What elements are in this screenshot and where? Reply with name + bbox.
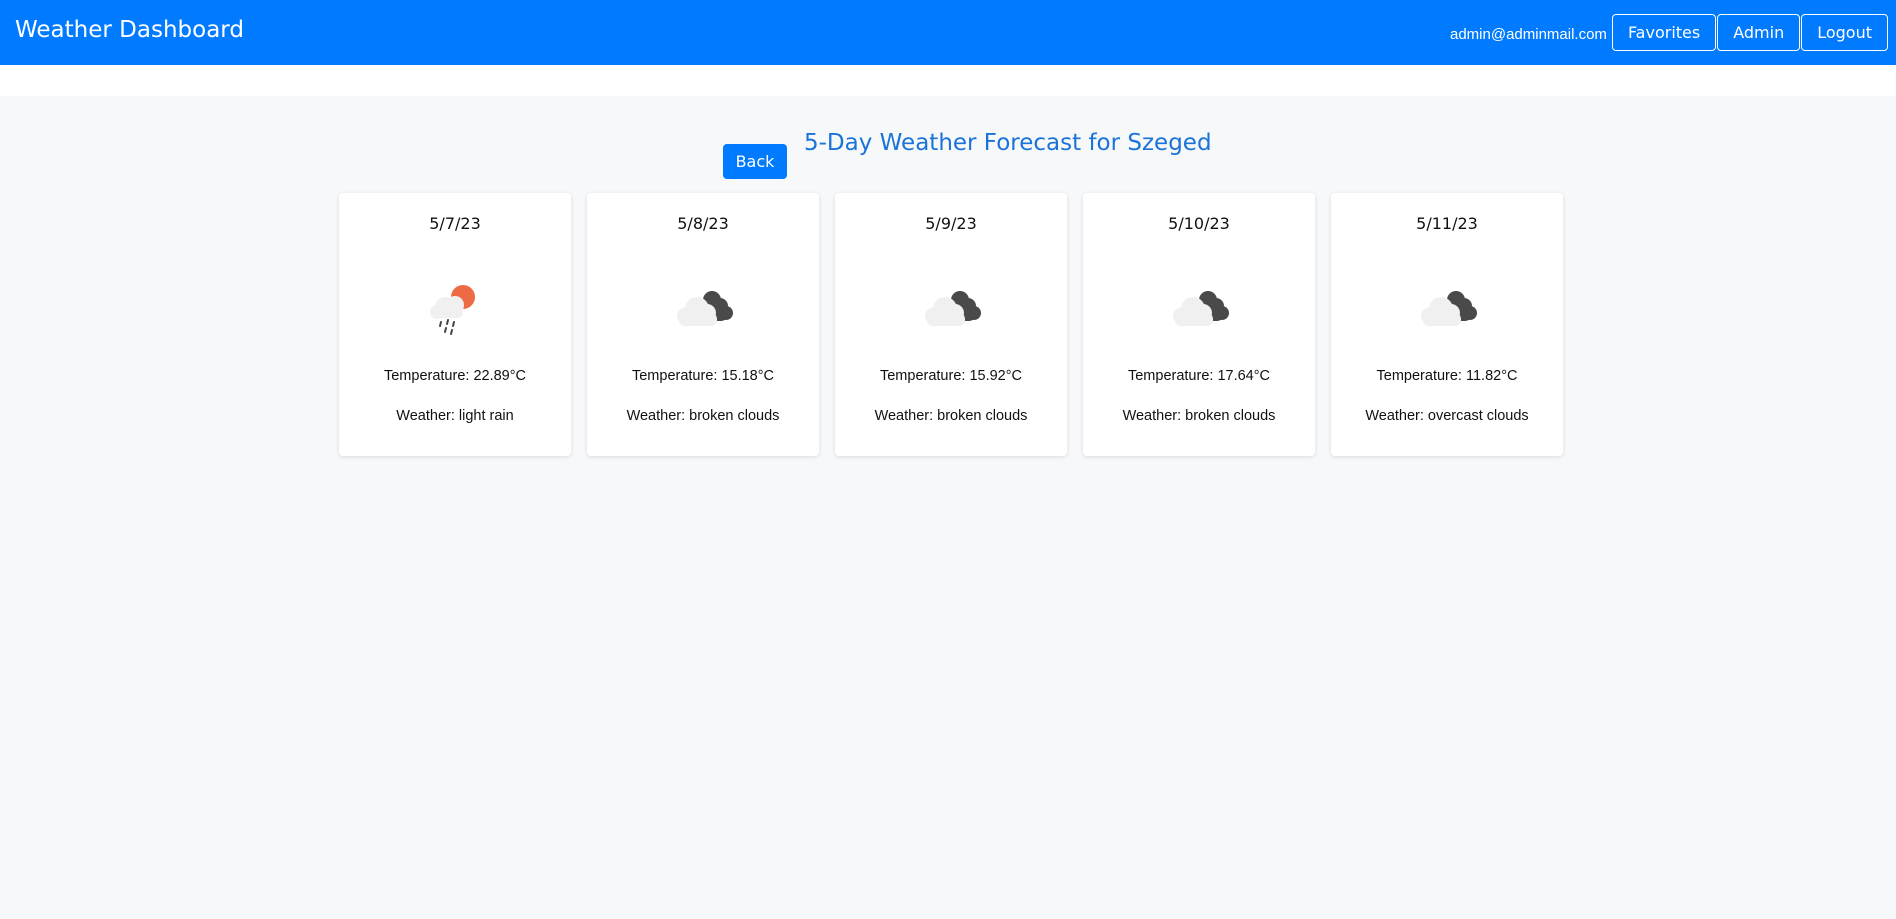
forecast-card: 5/8/23 Temperature: 15.18°C Weather: bro… — [587, 193, 819, 456]
app-title[interactable]: Weather Dashboard — [15, 17, 244, 43]
forecast-date: 5/11/23 — [1416, 214, 1478, 233]
forecast-weather: Weather: broken clouds — [626, 408, 780, 424]
forecast-weather: Weather: overcast clouds — [1365, 408, 1529, 424]
forecast-card: 5/7/23 Temperature: 22.89°C Weather: lig… — [339, 193, 571, 456]
navbar: Weather Dashboard admin@adminmail.com Fa… — [0, 0, 1896, 65]
forecast-temperature: Temperature: 15.92°C — [879, 368, 1022, 384]
forecast-card: 5/11/23 Temperature: 11.82°C Weather: ov… — [1331, 193, 1563, 456]
forecast-weather: Weather: light rain — [396, 408, 514, 424]
forecast-date: 5/10/23 — [1168, 214, 1230, 233]
logout-button[interactable]: Logout — [1801, 14, 1888, 51]
forecast-card: 5/9/23 Temperature: 15.92°C Weather: bro… — [835, 193, 1067, 456]
forecast-card: 5/10/23 Temperature: 17.64°C Weather: br… — [1083, 193, 1315, 456]
nav-right: admin@adminmail.com Favorites Admin Logo… — [1450, 14, 1888, 51]
broken-clouds-icon — [1173, 291, 1229, 326]
broken-clouds-icon — [925, 291, 981, 326]
forecast-temperature: Temperature: 17.64°C — [1127, 368, 1270, 384]
forecast-weather: Weather: broken clouds — [874, 408, 1028, 424]
forecast-title: 5-Day Weather Forecast for Szeged — [804, 130, 1212, 156]
forecast-temperature: Temperature: 22.89°C — [383, 368, 526, 384]
forecast-header: Back 5-Day Weather Forecast for Szeged — [0, 96, 1896, 186]
user-email: admin@adminmail.com — [1449, 25, 1607, 43]
main-content: Back 5-Day Weather Forecast for Szeged 5… — [0, 96, 1896, 919]
admin-button[interactable]: Admin — [1717, 14, 1801, 51]
forecast-date: 5/9/23 — [925, 214, 977, 233]
broken-clouds-icon — [677, 291, 733, 326]
forecast-date: 5/8/23 — [677, 214, 729, 233]
forecast-date: 5/7/23 — [429, 214, 481, 233]
forecast-cards: 5/7/23 Temperature: 22.89°C Weather: lig… — [339, 193, 1563, 456]
favorites-button[interactable]: Favorites — [1611, 14, 1717, 51]
forecast-temperature: Temperature: 15.18°C — [631, 368, 774, 384]
forecast-weather: Weather: broken clouds — [1122, 408, 1276, 424]
light-rain-icon — [430, 285, 475, 335]
forecast-temperature: Temperature: 11.82°C — [1376, 368, 1518, 384]
back-button[interactable]: Back — [723, 144, 787, 179]
overcast-clouds-icon — [1421, 291, 1477, 326]
